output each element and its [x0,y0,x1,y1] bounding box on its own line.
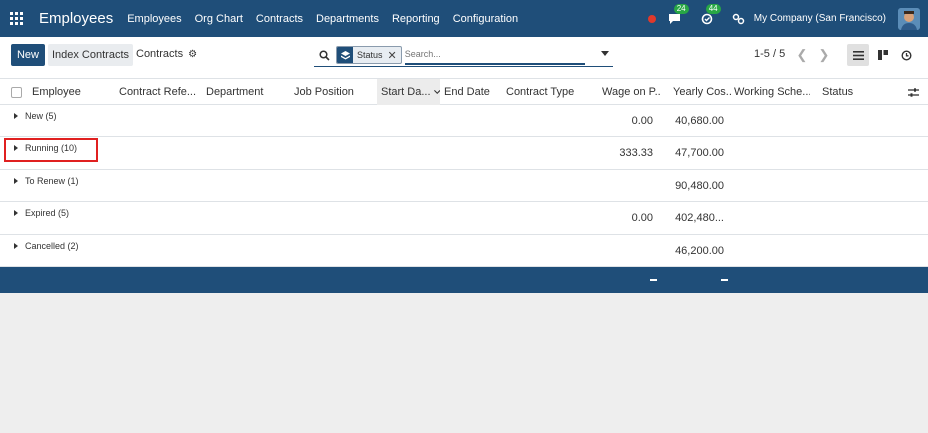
column-status[interactable]: Status [822,79,882,105]
breadcrumb: Contracts ⚙ [136,48,197,60]
search-icon[interactable] [314,49,334,61]
control-panel: New Index Contracts Contracts ⚙ Status ✕… [0,37,928,79]
list-view-icon[interactable] [847,44,869,66]
top-navbar: Employees Employees Org Chart Contracts … [0,0,928,37]
group-row-cancelled[interactable]: Cancelled (2) 46,200.00 [0,234,928,267]
company-name[interactable]: My Company (San Francisco) [754,13,886,24]
group-yearly-cost-total: 90,480.00 [675,179,724,192]
status-facet[interactable]: Status ✕ [336,46,402,64]
column-employee[interactable]: Employee [32,79,114,105]
group-row-running[interactable]: Running (10) 333.33 47,700.00 [0,137,928,170]
search-bar: Status ✕ [314,44,613,67]
app-brand[interactable]: Employees [39,10,113,27]
group-wage-total: 0.00 [631,212,653,225]
caret-right-icon [14,177,18,184]
menu-org-chart[interactable]: Org Chart [195,13,243,25]
app-root: Employees Employees Org Chart Contracts … [0,0,928,433]
status-dot-icon [647,14,656,23]
company-switch-icon[interactable] [730,10,748,28]
menu-configuration[interactable]: Configuration [453,13,518,25]
group-header[interactable]: Expired (5) [14,202,69,224]
apps-grid-icon[interactable] [1,0,31,37]
menu-reporting[interactable]: Reporting [392,13,440,25]
new-button[interactable]: New [11,44,45,66]
group-yearly-cost-total: 46,200.00 [675,244,724,257]
column-end-date[interactable]: End Date [444,79,504,105]
group-row-new[interactable]: New (5) 0.00 40,680.00 [0,105,928,138]
group-wage-total: 0.00 [631,115,653,127]
footer-wage-total [650,279,657,281]
group-label: New (5) [25,111,57,121]
chevron-right-icon[interactable]: ❯ [814,44,834,66]
activities-badge: 44 [705,3,721,14]
group-yearly-cost-total: 47,700.00 [675,147,724,160]
highlight-box [4,138,98,162]
group-header[interactable]: New (5) [14,105,57,127]
group-row-to-renew[interactable]: To Renew (1) 90,480.00 [0,169,928,203]
messages-icon[interactable]: 24 [666,3,689,28]
select-all-checkbox[interactable] [11,87,22,98]
caret-right-icon [14,242,18,249]
layers-icon [337,47,353,63]
chevron-left-icon[interactable]: ❮ [792,44,812,66]
footer-yearly-cost-total [721,279,728,281]
list-footer-totals [0,267,928,293]
column-job-position[interactable]: Job Position [294,79,374,105]
activities-icon[interactable]: 44 [698,3,721,28]
group-yearly-cost-total: 40,680.00 [675,115,724,127]
group-header[interactable]: To Renew (1) [14,170,79,192]
column-department[interactable]: Department [206,79,286,105]
breadcrumb-current: Contracts [136,48,184,60]
group-yearly-cost-total: 402,480... [675,212,724,225]
column-wage[interactable]: Wage on P... [602,79,660,105]
caret-right-icon [14,210,18,217]
messages-badge: 24 [673,3,689,14]
gear-icon[interactable]: ⚙ [188,49,197,60]
group-wage-total: 333.33 [619,147,653,160]
chevron-down-icon [433,90,440,94]
column-contract-reference[interactable]: Contract Refe... [119,79,199,105]
group-header[interactable]: Cancelled (2) [14,235,79,257]
table-header: Employee Contract Refe... Department Job… [0,79,928,105]
optional-columns-toggle-icon[interactable] [908,79,922,105]
column-start-date[interactable]: Start Da... [377,79,440,105]
group-label: Cancelled (2) [25,240,79,251]
close-icon[interactable]: ✕ [388,49,401,62]
column-yearly-cost[interactable]: Yearly Cos... [673,79,731,105]
navbar-systray: 24 44 My Company (San Francisco) [647,0,920,37]
column-contract-type[interactable]: Contract Type [506,79,591,105]
index-contracts-button[interactable]: Index Contracts [48,44,133,66]
group-row-expired[interactable]: Expired (5) 0.00 402,480... [0,202,928,235]
column-working-schedule[interactable]: Working Sche... [734,79,810,105]
activity-view-icon[interactable] [895,44,917,66]
contracts-list: Employee Contract Refe... Department Job… [0,79,928,267]
caret-right-icon [14,113,18,119]
user-avatar[interactable] [898,7,920,30]
search-input[interactable] [404,45,585,65]
column-start-date-label: Start Da... [381,86,431,98]
search-dropdown-caret-icon[interactable] [601,51,609,56]
kanban-view-icon[interactable] [872,44,894,66]
menu-departments[interactable]: Departments [316,13,379,25]
pager-value[interactable]: 1-5 / 5 [754,48,785,60]
facet-label: Status [357,50,383,60]
menu-contracts[interactable]: Contracts [256,13,303,25]
group-label: To Renew (1) [25,175,79,186]
group-label: Expired (5) [25,208,70,219]
menu-employees[interactable]: Employees [127,13,181,25]
